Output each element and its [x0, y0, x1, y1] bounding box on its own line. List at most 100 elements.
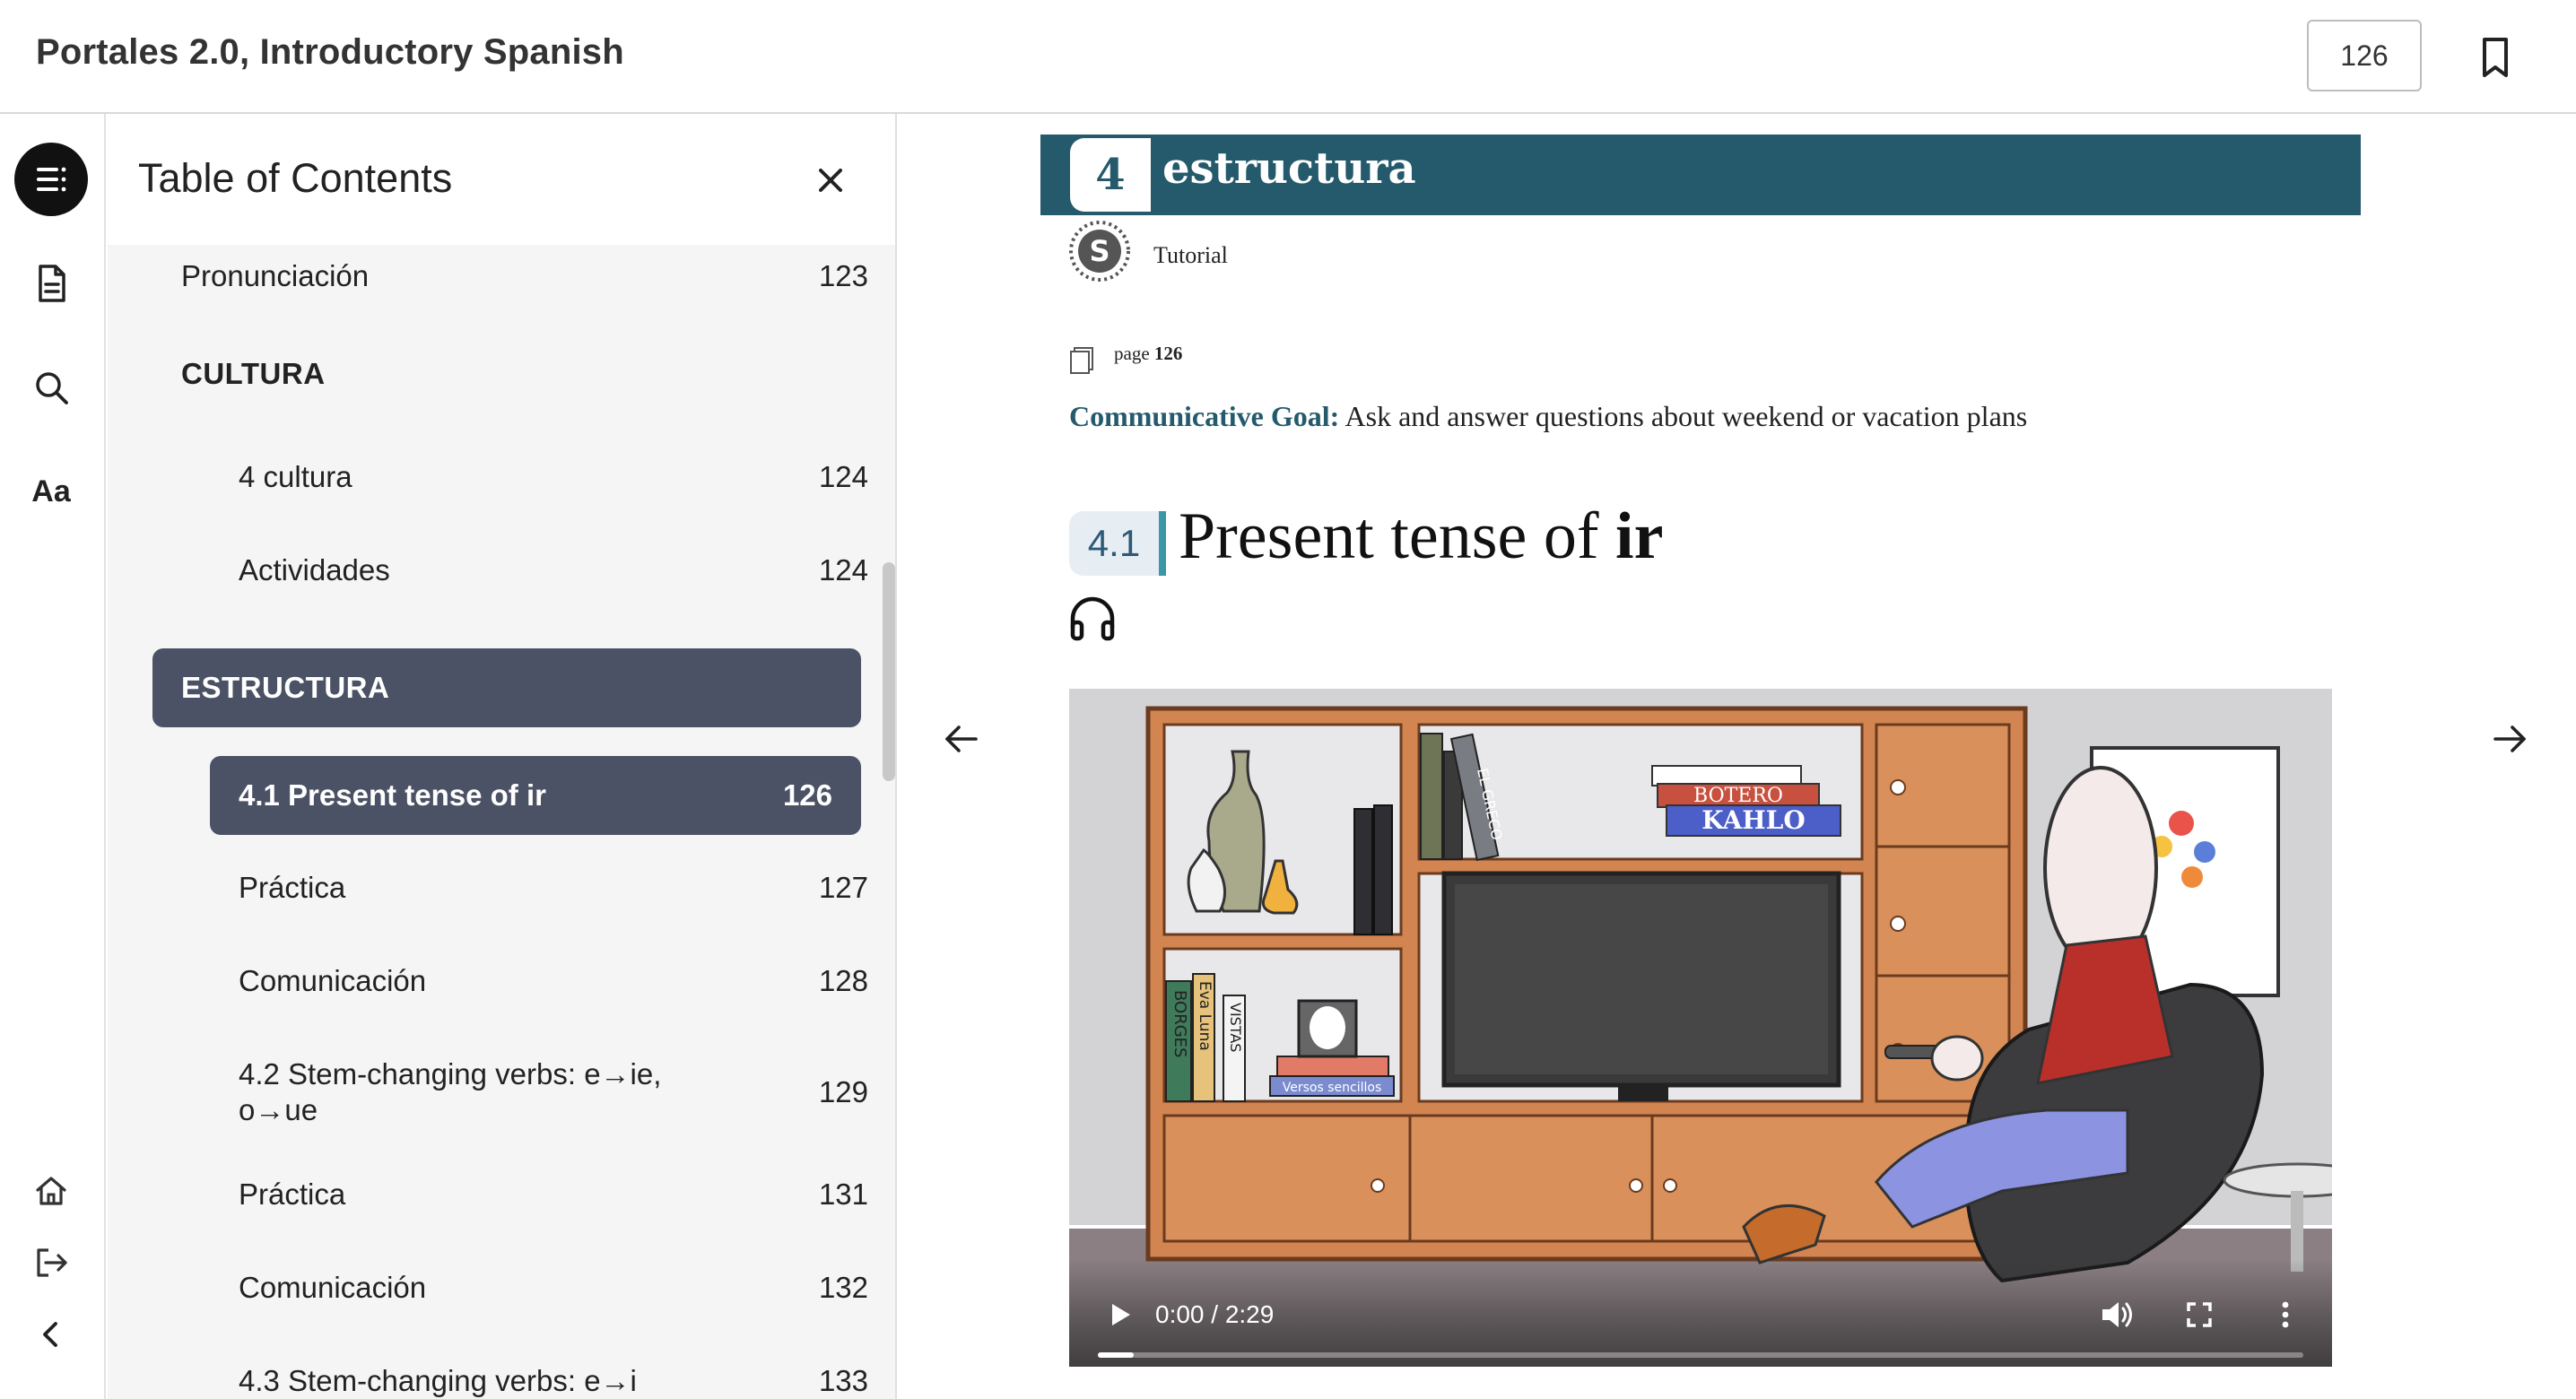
video-controls: 0:00 / 2:29	[1069, 1259, 2332, 1367]
toc-item-label: Comunicación	[239, 1271, 427, 1304]
toc-item-page: 124	[818, 553, 868, 587]
toc-item-comunicacion-2[interactable]: Comunicación 132	[239, 1260, 868, 1316]
book-kahlo: KAHLO	[1701, 805, 1805, 835]
toc-item-page: 124	[818, 460, 868, 493]
toc-section-estructura[interactable]: ESTRUCTURA	[152, 648, 861, 727]
toc-item-label: 4.3 Stem-changing verbs: e→i	[239, 1364, 637, 1397]
arrow-left-icon	[945, 726, 978, 752]
search-button[interactable]	[14, 351, 88, 424]
next-page-button[interactable]	[2483, 712, 2537, 766]
toc-item-page: 132	[818, 1271, 868, 1304]
chapter-section-label: estructura	[1162, 143, 1416, 194]
video-player[interactable]: EL GRECO BOTERO KAHLO BORGES Eva Luna VI…	[1069, 689, 2332, 1367]
toc-title: Table of Contents	[138, 155, 453, 201]
toc-item-label: Pronunciación	[181, 259, 370, 292]
page-number-input[interactable]: 126	[2307, 20, 2422, 91]
book-versos-sencillos: Versos sencillos	[1283, 1081, 1381, 1095]
section-accent-bar	[1159, 511, 1166, 576]
tutorial-icon[interactable]: S	[1067, 219, 1132, 283]
logout-icon	[37, 1248, 67, 1277]
font-size-label: Aa	[31, 474, 71, 508]
toc-scrollbar[interactable]	[883, 562, 895, 781]
bookmark-icon	[2483, 38, 2508, 77]
notes-button[interactable]	[14, 247, 88, 320]
volume-icon	[2102, 1302, 2132, 1327]
toc-item-label-line2: o→ue	[239, 1093, 318, 1126]
toc-item-label-block: 4.2 Stem-changing verbs: e→ie, o→ue	[239, 1056, 661, 1128]
toc-item-4-cultura[interactable]: 4 cultura 124	[239, 449, 868, 505]
book-title: Portales 2.0, Introductory Spanish	[36, 32, 624, 72]
page-ref-number: 126	[1153, 343, 1183, 364]
toc-item-label: 4 cultura	[239, 460, 352, 493]
video-time: 0:00 / 2:29	[1155, 1300, 1275, 1328]
toc-item-4-1-present-tense-of-ir[interactable]: 4.1 Present tense of ir 126	[210, 756, 861, 835]
collapse-sidebar-button[interactable]	[14, 1298, 88, 1371]
close-toc-button[interactable]	[807, 157, 854, 204]
toc-item-label: Práctica	[239, 871, 346, 904]
more-vertical-icon	[2282, 1301, 2289, 1328]
play-button[interactable]	[1101, 1297, 1137, 1333]
toc-item-practica-2[interactable]: Práctica 131	[239, 1167, 868, 1222]
toc-section-cultura[interactable]: CULTURA	[181, 352, 868, 395]
section-title-prefix: Present tense of	[1179, 500, 1616, 573]
page-marker-icon	[1070, 347, 1093, 374]
chevron-left-icon	[43, 1322, 57, 1347]
book-borges: BORGES	[1171, 990, 1189, 1057]
book-eva-luna: Eva Luna	[1196, 981, 1214, 1051]
toc-item-page: 131	[818, 1177, 868, 1211]
fullscreen-icon	[2187, 1302, 2212, 1327]
toc-header: Table of Contents	[108, 114, 895, 245]
toc-item-label: Práctica	[239, 1177, 346, 1211]
toc-item-label: 4.1 Present tense of ir	[239, 778, 546, 812]
toc-item-4-3-stem-changing-verbs[interactable]: 4.3 Stem-changing verbs: e→i 133	[239, 1353, 868, 1399]
chapter-number: 4	[1070, 138, 1151, 212]
toc-list-icon	[37, 167, 66, 192]
book-vistas: VISTAS	[1227, 1003, 1244, 1052]
page-reference: page 126	[1114, 343, 1182, 365]
previous-page-button[interactable]	[935, 712, 988, 766]
bookmark-button[interactable]	[2468, 30, 2522, 84]
section-number: 4.1	[1069, 511, 1159, 576]
page-ref-prefix: page	[1114, 343, 1150, 364]
section-title-word: ir	[1615, 500, 1664, 573]
fullscreen-button[interactable]	[2181, 1297, 2217, 1333]
toc-item-label: Actividades	[239, 553, 390, 587]
toc-item-comunicacion[interactable]: Comunicación 128	[239, 953, 868, 1009]
section-title: Present tense of ir	[1179, 499, 1663, 575]
toc-item-page: 128	[818, 964, 868, 997]
goal-text: Ask and answer questions about weekend o…	[1339, 400, 2028, 432]
close-icon	[819, 169, 842, 192]
tutorial-label[interactable]: Tutorial	[1153, 242, 1228, 269]
video-progress-track[interactable]	[1098, 1352, 2303, 1358]
toc-item-page: 126	[782, 778, 832, 812]
goal-label: Communicative Goal:	[1069, 400, 1340, 432]
volume-button[interactable]	[2097, 1295, 2137, 1334]
search-icon	[36, 372, 68, 404]
toc-item-practica[interactable]: Práctica 127	[239, 860, 868, 916]
toc-item-pronunciacion[interactable]: Pronunciación 123	[181, 248, 868, 304]
font-settings-button[interactable]: Aa	[14, 455, 88, 528]
toc-toggle-button[interactable]	[14, 143, 88, 216]
toc-item-4-2-stem-changing-verbs[interactable]: 4.2 Stem-changing verbs: e→ie, o→ue 129	[239, 1052, 868, 1133]
table-of-contents-panel: Table of Contents Pronunciación 123 CULT…	[108, 114, 897, 1399]
audio-headphones-icon[interactable]	[1066, 590, 1119, 644]
toc-item-label: 4.2 Stem-changing verbs: e→ie,	[239, 1057, 662, 1091]
video-progress-fill	[1098, 1352, 1135, 1358]
home-button[interactable]	[14, 1154, 88, 1228]
toc-item-page: 127	[818, 871, 868, 904]
home-icon	[36, 1177, 66, 1205]
play-icon	[1112, 1304, 1130, 1325]
toc-item-page: 123	[818, 259, 868, 292]
communicative-goal: Communicative Goal: Ask and answer quest…	[1069, 400, 2027, 433]
toc-item-page: 133	[818, 1364, 868, 1397]
icon-rail: Aa	[0, 114, 106, 1399]
logout-button[interactable]	[14, 1226, 88, 1299]
toc-item-page: 129	[818, 1075, 868, 1108]
toc-item-label: Comunicación	[239, 964, 427, 997]
book-botero: BOTERO	[1693, 785, 1783, 807]
document-icon	[39, 265, 65, 302]
toc-item-actividades[interactable]: Actividades 124	[239, 543, 868, 598]
top-bar: Portales 2.0, Introductory Spanish 126	[0, 0, 2576, 114]
more-options-button[interactable]	[2267, 1297, 2303, 1333]
svg-text:S: S	[1089, 234, 1110, 268]
